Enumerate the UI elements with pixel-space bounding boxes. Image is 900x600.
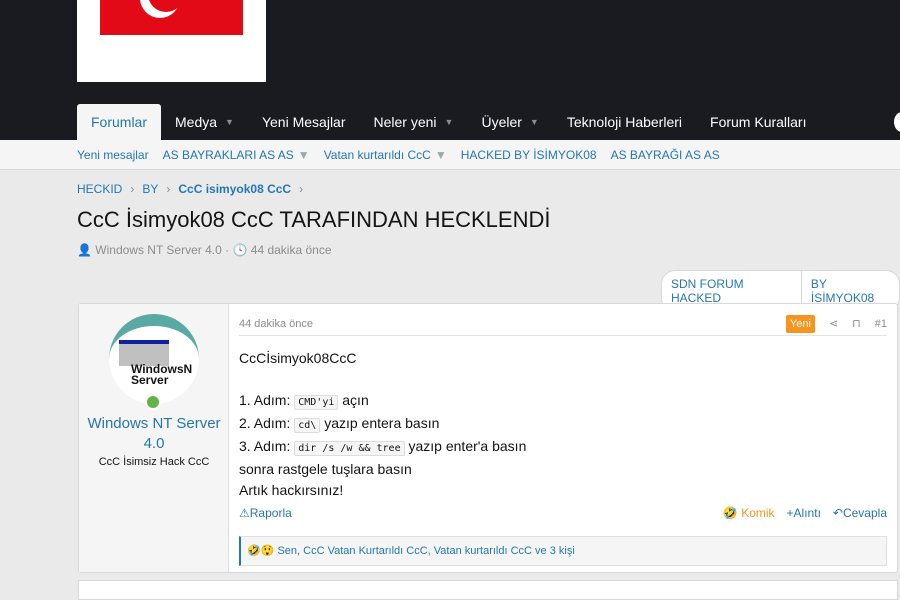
reactions-list[interactable]: Sen, CcC Vatan Kurtarıldı CcC, Vatan kur… — [277, 545, 574, 557]
tab-label: Forum Kuralları — [710, 114, 807, 130]
chevron-right-icon: › — [166, 182, 171, 196]
post-line: CcCİsimyok08CcC — [239, 350, 357, 366]
breadcrumb-item[interactable]: CcC isimyok08 CcC — [178, 182, 291, 196]
tab-teknoloji[interactable]: Teknoloji Haberleri — [553, 104, 696, 140]
post-header: 44 dakika önce Yeni ⋖ ⊓ #1 — [239, 312, 887, 336]
breadcrumb-item[interactable]: HECKID — [77, 182, 122, 196]
post-line: sonra rastgele tuşlara basın — [239, 461, 412, 477]
reactions-bar[interactable]: 🤣😲 Sen, CcC Vatan Kurtarıldı CcC, Vatan … — [239, 536, 887, 566]
post-number[interactable]: #1 — [875, 316, 887, 332]
post: WindowsN Server Windows NT Server 4.0 CcC… — [78, 303, 898, 573]
reply-icon: ↶ — [832, 506, 843, 520]
chevron-right-icon: › — [299, 182, 304, 196]
post-footer: ⚠Raporla 🤣 Komik +Alıntı ↶Cevapla — [239, 506, 887, 520]
subnav-link[interactable]: HACKED BY İSİMYOK08 — [461, 148, 597, 162]
quote-button[interactable]: +Alıntı — [787, 506, 821, 520]
tab-label: Üyeler — [481, 114, 522, 130]
username[interactable]: Windows NT Server 4.0 — [79, 414, 229, 454]
bookmark-icon[interactable]: ⊓ — [852, 316, 861, 332]
subnav-link[interactable]: AS BAYRAKLARI AS AS ▼ — [163, 148, 310, 162]
react-label: Komik — [741, 506, 775, 520]
tab-label: Yeni Mesajlar — [261, 114, 346, 130]
tab-yeni-mesajlar[interactable]: Yeni Mesajlar — [248, 104, 360, 140]
text: açın — [338, 392, 369, 408]
post-line: Artık hackırsınız! — [239, 482, 344, 498]
tab-label: Neler yeni — [373, 114, 437, 130]
report-label: Raporla — [249, 506, 292, 520]
thread-meta: 👤 Windows NT Server 4.0 · 🕓 44 dakika ön… — [77, 243, 332, 257]
caret-down-icon[interactable]: ▼ — [225, 103, 234, 141]
page-title: CcC İsimyok08 CcC TARAFINDAN HECKLENDİ — [77, 207, 551, 232]
inline-code: CMD'yi — [294, 395, 339, 410]
tab-medya[interactable]: Medya ▼ — [161, 104, 248, 140]
flag-logo — [100, 0, 243, 35]
text: yazıp entera basın — [320, 415, 440, 431]
text: 3. Adım: — [239, 438, 295, 454]
tab-neler-yeni[interactable]: Neler yeni ▼ — [360, 104, 468, 140]
laugh-emoji-icon: 🤣 — [722, 506, 738, 520]
caret-down-icon[interactable]: ▼ — [298, 148, 310, 162]
post-main: 44 dakika önce Yeni ⋖ ⊓ #1 CcCİsimyok08CcC … — [239, 304, 887, 572]
main-nav: Forumlar Medya ▼ Yeni Mesajlar Neler yeni… — [77, 104, 820, 140]
online-icon — [145, 394, 161, 410]
thread-author[interactable]: Windows NT Server 4.0 — [95, 243, 222, 257]
new-badge: Yeni — [785, 315, 815, 333]
text: yazıp enter'a basın — [404, 438, 527, 454]
warning-icon: ⚠ — [239, 506, 250, 520]
post-user: WindowsN Server Windows NT Server 4.0 CcC… — [79, 304, 229, 572]
tab-label: Teknoloji Haberleri — [566, 114, 683, 130]
clock-icon: 🕓 — [232, 243, 248, 257]
reply-button[interactable]: ↶Cevapla — [833, 506, 887, 520]
tab-uyeler[interactable]: Üyeler ▼ — [467, 104, 552, 140]
post-body: CcCİsimyok08CcC 1. Adım: CMD'yi açın 2. … — [239, 348, 526, 501]
inline-code: dir /s /w && tree — [294, 441, 405, 456]
text: 1. Adım: — [239, 392, 295, 408]
caret-down-icon[interactable]: ▼ — [435, 148, 447, 162]
subnav-link[interactable]: AS BAYRAĞI AS AS — [611, 148, 720, 162]
share-icon[interactable]: ⋖ — [829, 316, 838, 332]
breadcrumb: HECKID › BY › CcC isimyok08 CcC › — [77, 182, 303, 196]
subnav-link[interactable]: Vatan kurtarıldı CcC ▼ — [324, 148, 447, 162]
reaction-emoji-icons: 🤣😲 — [247, 545, 275, 557]
post-line: 2. Adım: cd\ yazıp entera basın — [239, 413, 526, 436]
site-logo[interactable] — [77, 0, 266, 82]
post-line: 3. Adım: dir /s /w && tree yazıp enter'a… — [239, 436, 526, 459]
text: 2. Adım: — [239, 415, 295, 431]
react-button[interactable]: 🤣 Komik — [723, 506, 775, 520]
subnav-label: AS BAYRAKLARI AS AS — [162, 147, 294, 162]
tab-label: Forumlar — [91, 114, 148, 130]
tab-forumlar[interactable]: Forumlar — [77, 104, 162, 140]
header: Forumlar Medya ▼ Yeni Mesajlar Neler yeni… — [0, 0, 900, 140]
tab-kurallar[interactable]: Forum Kuralları — [696, 104, 820, 140]
inline-code: cd\ — [294, 418, 321, 433]
chevron-right-icon: › — [130, 182, 135, 196]
thread-time[interactable]: 44 dakika önce — [251, 243, 332, 257]
subnav-link[interactable]: Yeni mesajlar — [77, 148, 149, 162]
avatar[interactable]: WindowsN Server — [109, 314, 199, 404]
sub-nav: Yeni mesajlar AS BAYRAKLARI AS AS ▼ Vatan… — [0, 140, 900, 170]
caret-down-icon[interactable]: ▼ — [530, 103, 539, 141]
next-post — [78, 580, 898, 600]
report-button[interactable]: ⚠Raporla — [239, 506, 292, 520]
user-title: CcC İsimsiz Hack CcC — [98, 456, 210, 468]
caret-down-icon[interactable]: ▼ — [445, 103, 454, 141]
post-time[interactable]: 44 dakika önce — [239, 318, 313, 330]
user-avatar-button[interactable] — [894, 112, 900, 132]
subnav-label: Vatan kurtarıldı CcC — [323, 147, 431, 162]
reply-label: Cevapla — [842, 506, 887, 520]
tab-label: Medya — [175, 114, 218, 130]
user-icon: 👤 — [77, 243, 92, 257]
post-line: 1. Adım: CMD'yi açın — [239, 390, 526, 413]
breadcrumb-item[interactable]: BY — [142, 182, 158, 196]
